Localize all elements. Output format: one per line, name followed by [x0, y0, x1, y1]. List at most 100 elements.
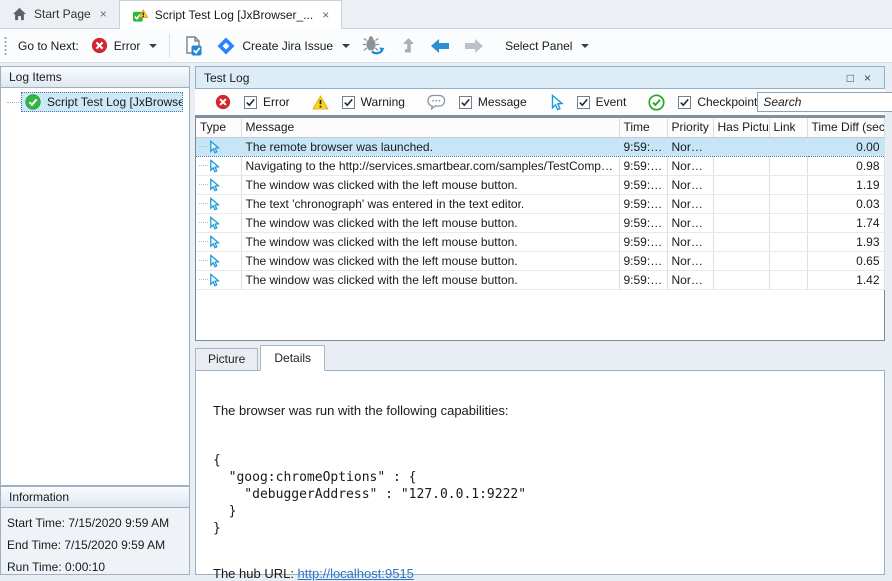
tab-picture[interactable]: Picture: [195, 348, 258, 371]
event-checkbox[interactable]: [577, 96, 590, 109]
cursor-event-icon: [208, 254, 220, 268]
log-table: Type Message Time Priority Has Picture L…: [195, 117, 885, 341]
select-panel-button[interactable]: Select Panel: [499, 35, 595, 57]
move-up-button[interactable]: [393, 32, 423, 60]
table-row[interactable]: The window was clicked with the left mou…: [196, 251, 884, 270]
right-arrow-icon: [463, 37, 485, 55]
test-log-panel-header: Test Log □ ×: [195, 66, 885, 89]
information-panel: Start Time: 7/15/2020 9:59 AM End Time: …: [0, 508, 190, 575]
column-header-type[interactable]: Type: [196, 118, 241, 137]
log-item-script-test-log[interactable]: Script Test Log [JxBrowser...: [21, 92, 183, 112]
table-row[interactable]: The text 'chronograph' was entered in th…: [196, 194, 884, 213]
tab-details[interactable]: Details: [260, 345, 325, 371]
filter-label: Checkpoint: [697, 95, 757, 109]
error-checkbox[interactable]: [244, 96, 257, 109]
document-tab-bar: Start Page × Script Test Log [JxBrowser_…: [0, 0, 892, 29]
navigate-forward-button[interactable]: [457, 33, 491, 59]
create-jira-issue-button[interactable]: Create Jira Issue: [210, 32, 356, 60]
cell-time: 9:59:46: [619, 232, 667, 251]
tab-script-test-log[interactable]: Script Test Log [JxBrowser_... ×: [119, 0, 343, 29]
up-arrow-icon: [399, 36, 417, 56]
warning-checkbox[interactable]: [342, 96, 355, 109]
table-row[interactable]: Navigating to the http://services.smartb…: [196, 156, 884, 175]
information-panel-header: Information: [0, 486, 190, 508]
cell-time-diff: 1.19: [807, 175, 884, 194]
cell-link: [769, 270, 807, 289]
cell-priority: Normal: [667, 232, 713, 251]
cell-priority: Normal: [667, 213, 713, 232]
column-header-priority[interactable]: Priority: [667, 118, 713, 137]
tree-row: Script Test Log [JxBrowser...: [1, 92, 189, 112]
maximize-panel-icon[interactable]: □: [842, 71, 859, 85]
cursor-event-icon: [549, 94, 564, 111]
filter-message: Message: [427, 94, 527, 110]
capabilities-json: { "goog:chromeOptions" : { "debuggerAddr…: [213, 452, 884, 537]
cell-message: Navigating to the http://services.smartb…: [241, 156, 619, 175]
cell-priority: Normal: [667, 194, 713, 213]
search-input[interactable]: [757, 92, 892, 112]
cell-message: The window was clicked with the left mou…: [241, 213, 619, 232]
message-checkbox[interactable]: [459, 96, 472, 109]
column-header-time-diff[interactable]: Time Diff (sec): [807, 118, 884, 137]
column-header-has-picture[interactable]: Has Picture: [713, 118, 769, 137]
cell-has-picture: [713, 156, 769, 175]
cell-time-diff: 0.65: [807, 251, 884, 270]
cell-link: [769, 194, 807, 213]
cell-time: 9:59:44: [619, 213, 667, 232]
log-item-label: Script Test Log [JxBrowser...: [47, 95, 183, 109]
go-to-next-error-button[interactable]: Error: [85, 33, 164, 58]
search-box: [757, 92, 892, 112]
toolbar-grip-handle[interactable]: [3, 35, 8, 57]
select-test-items-button[interactable]: [176, 31, 210, 61]
error-icon: [91, 37, 108, 54]
table-row[interactable]: The window was clicked with the left mou…: [196, 175, 884, 194]
tab-start-page[interactable]: Start Page ×: [0, 0, 119, 28]
cell-time-diff: 0.00: [807, 137, 884, 156]
cell-priority: Normal: [667, 137, 713, 156]
filter-warning: Warning: [312, 95, 405, 110]
warning-icon: [312, 95, 329, 110]
cursor-event-icon: [208, 140, 220, 154]
table-row[interactable]: The window was clicked with the left mou…: [196, 232, 884, 251]
column-header-time[interactable]: Time: [619, 118, 667, 137]
navigate-back-button[interactable]: [423, 33, 457, 59]
success-check-icon: [25, 94, 41, 110]
select-panel-label: Select Panel: [505, 39, 572, 53]
log-filter-toolbar: Error Warning Message: [195, 89, 885, 117]
cell-message: The window was clicked with the left mou…: [241, 251, 619, 270]
close-tab-icon[interactable]: ×: [98, 7, 109, 21]
column-header-message[interactable]: Message: [241, 118, 619, 137]
bug-forward-icon: [362, 35, 387, 57]
close-tab-icon[interactable]: ×: [320, 8, 331, 22]
test-log-title: Test Log: [204, 71, 249, 85]
go-to-next-label: Go to Next:: [18, 39, 79, 53]
checkpoint-checkbox[interactable]: [678, 96, 691, 109]
error-button-label: Error: [114, 39, 141, 53]
cell-has-picture: [713, 175, 769, 194]
cell-message: The window was clicked with the left mou…: [241, 232, 619, 251]
left-arrow-icon: [429, 37, 451, 55]
filter-label: Error: [263, 95, 290, 109]
hub-url-link[interactable]: http://localhost:9515: [298, 566, 414, 581]
checkpoint-icon: [648, 94, 665, 111]
close-panel-icon[interactable]: ×: [859, 71, 876, 85]
cursor-event-icon: [208, 159, 220, 173]
document-check-icon: [182, 35, 204, 57]
table-row[interactable]: The window was clicked with the left mou…: [196, 270, 884, 289]
report-bug-button[interactable]: [356, 31, 393, 61]
cell-time-diff: 0.98: [807, 156, 884, 175]
chevron-down-icon: [581, 44, 589, 48]
column-header-link[interactable]: Link: [769, 118, 807, 137]
cell-link: [769, 213, 807, 232]
test-log-status-icon: [132, 8, 148, 23]
table-row[interactable]: The remote browser was launched. 9:59:40…: [196, 137, 884, 156]
cell-time: 9:59:41: [619, 156, 667, 175]
cell-time-diff: 1.93: [807, 232, 884, 251]
cell-time: 9:59:40: [619, 137, 667, 156]
log-items-tree: Script Test Log [JxBrowser...: [0, 88, 190, 486]
start-time-text: Start Time: 7/15/2020 9:59 AM: [7, 512, 183, 534]
details-tab-bar: Picture Details: [195, 347, 327, 371]
error-icon: [215, 94, 231, 110]
table-row[interactable]: The window was clicked with the left mou…: [196, 213, 884, 232]
filter-checkpoint: Checkpoint: [648, 94, 757, 111]
